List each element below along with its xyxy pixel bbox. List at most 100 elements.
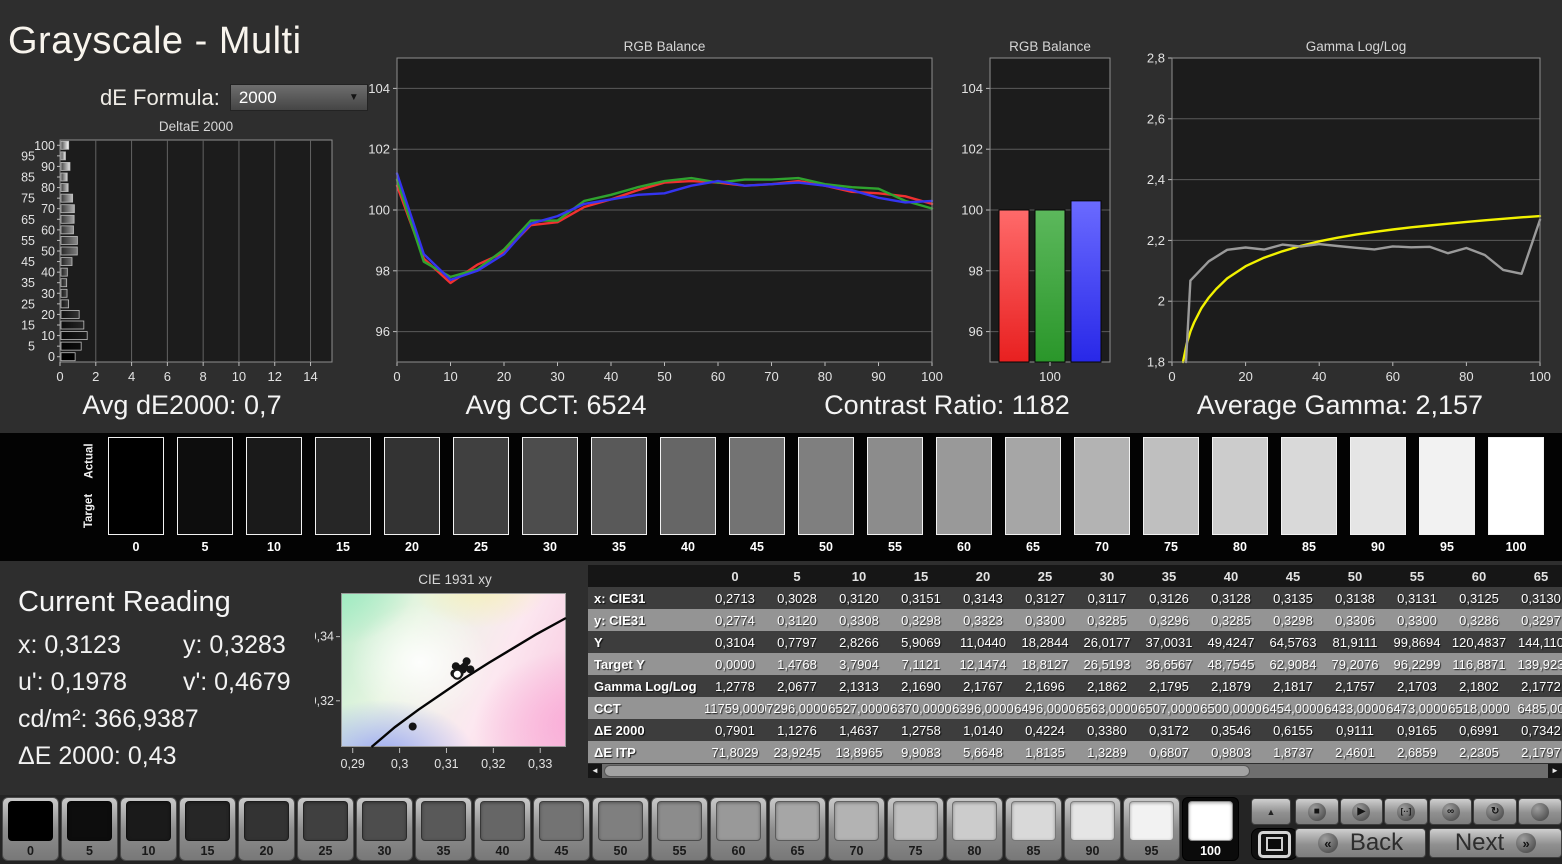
table-cell: 12,1474 [959, 656, 1007, 672]
patch-button-100[interactable]: 100 [1182, 797, 1239, 861]
patch-button-0[interactable]: 0 [2, 797, 59, 861]
actual-half [1420, 438, 1474, 486]
expand-up-button[interactable]: ▲ [1251, 798, 1291, 825]
svg-text:20: 20 [1238, 369, 1252, 384]
table-cell: 0,3135 [1273, 590, 1313, 606]
play-button[interactable]: ▶ [1339, 798, 1384, 825]
patch-button-95[interactable]: 95 [1123, 797, 1180, 861]
patch-swatch [244, 801, 289, 841]
svg-text:100: 100 [368, 203, 390, 218]
indicator-button[interactable] [1517, 798, 1562, 825]
patch-button-35[interactable]: 35 [415, 797, 472, 861]
infinity-icon: ∞ [1441, 802, 1460, 821]
table-cell: 2,1817 [1273, 678, 1313, 694]
scroll-right-icon[interactable]: ► [1548, 764, 1562, 778]
next-label: Next [1454, 829, 1505, 856]
gray-swatch-35: 35 [591, 437, 647, 554]
swatch-level-label: 45 [750, 540, 764, 554]
table-cell: 0,9803 [1211, 744, 1251, 760]
patch-button-60[interactable]: 60 [710, 797, 767, 861]
table-col-header: 30 [1076, 565, 1138, 587]
patch-button-55[interactable]: 55 [651, 797, 708, 861]
svg-text:40: 40 [41, 266, 55, 280]
patch-button-15[interactable]: 15 [179, 797, 236, 861]
patch-label: 25 [318, 844, 333, 858]
patch-label: 70 [849, 844, 864, 858]
table-cell: 0,0000 [715, 656, 755, 672]
patch-window-toggle[interactable] [1251, 828, 1298, 860]
target-half [109, 486, 163, 534]
svg-text:50: 50 [657, 369, 671, 384]
refresh-button[interactable]: ↻ [1473, 798, 1517, 825]
measurement-table: 0 5 10 15 20 25 30 35 40 45 50 55 60 65 x: CIE31 0,2713… [588, 565, 1562, 763]
actual-half [385, 438, 439, 486]
gray-swatch-20: 20 [384, 437, 440, 554]
patch-label: 65 [790, 844, 805, 858]
patch-swatch [8, 801, 53, 841]
table-cell: 2,1313 [839, 678, 879, 694]
stop-button[interactable]: ■ [1295, 798, 1339, 825]
patch-label: 55 [672, 844, 687, 858]
table-row-label: Gamma Log/Log [594, 678, 697, 694]
rgb-balance-line-chart: RGB Balance 104 102 100 98 96 0 10 20 30 40 50 60 70 8… [368, 39, 943, 384]
table-cell: 0,3308 [839, 612, 879, 628]
patch-button-80[interactable]: 80 [946, 797, 1003, 861]
swatch-level-label: 100 [1505, 540, 1527, 554]
table-cell: 7296,0000 [766, 700, 828, 716]
de-formula-label: dE Formula: [100, 84, 220, 110]
svg-text:Gamma Log/Log: Gamma Log/Log [1306, 39, 1407, 54]
patch-window-icon [1258, 830, 1291, 858]
svg-text:0: 0 [56, 369, 63, 384]
svg-text:15: 15 [21, 319, 35, 333]
patch-button-65[interactable]: 65 [769, 797, 826, 861]
actual-half [1144, 438, 1198, 486]
svg-text:102: 102 [961, 142, 983, 157]
svg-text:0,31: 0,31 [434, 757, 458, 771]
series-measure-button[interactable]: [··] [1384, 798, 1428, 825]
swatch-level-label: 20 [405, 540, 419, 554]
table-cell: 26,0177 [1083, 634, 1131, 650]
swatch-level-label: 85 [1302, 540, 1316, 554]
current-reading-xy: x: 0,3123 y: 0,3283 [18, 631, 291, 660]
up-arrow-icon: ▲ [1266, 806, 1276, 817]
patch-button-5[interactable]: 5 [61, 797, 118, 861]
table-cell: 0,7901 [715, 722, 755, 738]
patch-button-70[interactable]: 70 [828, 797, 885, 861]
patch-label: 60 [731, 844, 746, 858]
gray-swatch-80: 80 [1212, 437, 1268, 554]
target-half [592, 486, 646, 534]
table-cell: 0,3117 [1087, 590, 1127, 606]
back-button[interactable]: « Back [1295, 828, 1426, 858]
svg-text:0,32: 0,32 [315, 694, 334, 708]
actual-half [730, 438, 784, 486]
table-cell: 13,8965 [835, 744, 883, 760]
scroll-left-icon[interactable]: ◄ [588, 764, 602, 778]
svg-text:104: 104 [961, 81, 983, 96]
patch-button-90[interactable]: 90 [1064, 797, 1121, 861]
patch-button-30[interactable]: 30 [356, 797, 413, 861]
patch-button-75[interactable]: 75 [887, 797, 944, 861]
scrollbar-thumb[interactable] [604, 765, 1250, 777]
target-half [868, 486, 922, 534]
patch-button-25[interactable]: 25 [297, 797, 354, 861]
patch-button-50[interactable]: 50 [592, 797, 649, 861]
table-cell: 2,1772 [1521, 678, 1561, 694]
table-scrollbar[interactable]: ◄ ► [588, 764, 1562, 778]
table-cell: 18,2844 [1021, 634, 1069, 650]
patch-button-10[interactable]: 10 [120, 797, 177, 861]
de-formula-select[interactable]: 2000 ▼ [229, 84, 368, 111]
svg-text:2: 2 [92, 369, 99, 384]
table-cell: 0,7342 [1521, 722, 1561, 738]
svg-text:45: 45 [21, 255, 35, 269]
swatch-level-label: 80 [1233, 540, 1247, 554]
table-col-header: 20 [952, 565, 1014, 587]
patch-button-85[interactable]: 85 [1005, 797, 1062, 861]
next-button[interactable]: Next » [1429, 828, 1562, 858]
patch-button-40[interactable]: 40 [474, 797, 531, 861]
table-cell: 1,1276 [777, 722, 817, 738]
table-cell: 6454,0000 [1262, 700, 1324, 716]
continuous-measure-button[interactable]: ∞ [1428, 798, 1473, 825]
patch-button-20[interactable]: 20 [238, 797, 295, 861]
patch-label: 10 [141, 844, 156, 858]
patch-button-45[interactable]: 45 [533, 797, 590, 861]
